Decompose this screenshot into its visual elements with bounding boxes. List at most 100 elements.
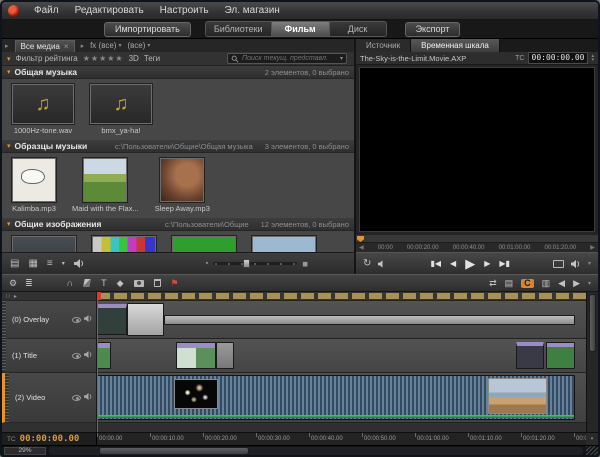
scroll-left-icon[interactable]: ◀ (558, 279, 565, 288)
track-mute-speaker-icon[interactable] (84, 315, 93, 324)
chevron-right-icon[interactable]: ▸ (14, 293, 17, 300)
main-tab-2[interactable]: Диск (329, 21, 387, 37)
title-text-icon[interactable]: T (101, 279, 107, 288)
chevron-right-icon[interactable]: ▸ (81, 42, 85, 50)
timeline-clip-light[interactable] (127, 303, 164, 336)
media-item[interactable] (252, 236, 316, 252)
preview-tab-0[interactable]: Источник (356, 39, 411, 52)
play-button[interactable]: ▶ (465, 257, 475, 270)
timeline-horizontal-scrollbar[interactable] (49, 447, 583, 455)
chevron-down-icon[interactable]: ▾ (7, 55, 11, 63)
preview-timecode-field[interactable]: 00:00:00.00 (528, 52, 589, 64)
preview-audio-icon[interactable] (74, 259, 85, 268)
scrubber-handle[interactable] (357, 236, 364, 242)
zoom-out-icon[interactable]: ▪ (206, 260, 208, 267)
export-button[interactable]: Экспорт (405, 22, 461, 37)
search-input[interactable] (242, 55, 337, 62)
timeline-clip-dark-purple[interactable] (97, 304, 127, 335)
track-drag-handle[interactable] (2, 339, 6, 372)
track-row-0[interactable] (97, 301, 586, 339)
list-view-icon[interactable]: ≡ (47, 259, 53, 269)
grid-view-icon[interactable]: ▦ (28, 259, 37, 269)
trash-icon[interactable] (154, 279, 161, 287)
zoom-slider-track[interactable] (213, 262, 297, 265)
red-marker-flag-icon[interactable]: ⚑ (171, 279, 179, 288)
track-header-2[interactable]: (2) Video (2, 373, 96, 423)
timeline-ruler[interactable]: 00:00.0000:00:10.0000:00:20.0000:00:30.0… (97, 433, 586, 445)
timeline-clip-title-left[interactable] (97, 342, 111, 369)
jump-to-end-button[interactable]: ▶▮ (499, 260, 510, 268)
navigator-toggle-icon[interactable]: ⇄ (489, 279, 497, 288)
preview-tab-1[interactable]: Временная шкала (411, 39, 500, 52)
media-item[interactable] (172, 236, 236, 252)
track-drag-handle[interactable] (2, 301, 6, 338)
close-icon[interactable]: × (64, 42, 69, 51)
menu-item[interactable]: Эл. магазин (217, 5, 288, 16)
rating-stars[interactable]: ★★★★★ (83, 54, 124, 63)
horizontal-scrollbar-thumb[interactable] (99, 447, 249, 455)
track-visibility-eye-icon[interactable] (72, 395, 81, 401)
timeline-clip-thumb-fireworks[interactable] (174, 379, 218, 409)
timeline-vertical-scrollbar[interactable] (586, 292, 598, 432)
search-box[interactable]: ▾ (227, 53, 347, 64)
audio-scrub-icon[interactable] (378, 260, 387, 268)
jump-to-start-button[interactable]: ▮◀ (430, 260, 441, 268)
media-item[interactable]: Kalimba.mp3 (12, 158, 56, 213)
timeline-clip-gray-small[interactable] (216, 342, 234, 369)
media-collection-tab[interactable]: Все медиа × (15, 40, 75, 52)
timeline-clip-title-main[interactable] (176, 342, 216, 369)
tags-button[interactable]: Теги (144, 54, 160, 63)
chevron-down-icon[interactable]: ▾ (340, 55, 343, 62)
media-item[interactable] (12, 236, 76, 252)
timeline-clip-purple[interactable] (516, 342, 544, 369)
fullscreen-icon[interactable] (553, 260, 564, 268)
media-item[interactable] (92, 236, 156, 252)
scenes-view-icon[interactable]: ▤ (10, 259, 19, 269)
type-filter-dropdown[interactable]: (все) ▾ (127, 41, 150, 50)
chevron-down-icon[interactable]: ▾ (588, 280, 591, 287)
section-header[interactable]: ▾Общая музыка2 элементов, 0 выбрано (2, 66, 354, 79)
menu-item[interactable]: Редактировать (67, 5, 152, 16)
timeline-clip-green[interactable] (546, 342, 575, 369)
razor-split-icon[interactable] (83, 279, 91, 287)
media-item[interactable]: ♫1000Hz-tone.wav (12, 84, 74, 135)
timeline-clip-bar[interactable] (164, 315, 575, 325)
audio-mixer-icon[interactable]: ≣ (25, 279, 33, 288)
chevron-down-icon[interactable]: ▾ (62, 261, 65, 267)
storyboard-view-icon[interactable]: ▤ (505, 279, 514, 288)
section-header[interactable]: ▾Образцы музыкиc:\Пользователи\Общие\Общ… (2, 140, 354, 153)
media-item[interactable]: Sleep Away.mp3 (155, 158, 210, 213)
main-tab-0[interactable]: Библиотеки (205, 21, 271, 37)
menu-item[interactable]: Файл (26, 5, 67, 16)
frame-forward-button[interactable]: ▶ (484, 260, 490, 268)
thumbnail-zoom-slider[interactable]: ▪ ◼ (206, 260, 308, 268)
3d-filter-button[interactable]: 3D (129, 54, 139, 63)
playhead[interactable] (97, 292, 98, 432)
section-header[interactable]: ▾Общие изображенияc:\Пользователи\Общие1… (2, 218, 354, 231)
preview-scrubber[interactable] (356, 234, 598, 242)
track-row-1[interactable] (97, 339, 586, 373)
track-mute-speaker-icon[interactable] (84, 393, 93, 402)
snapshot-camera-icon[interactable] (134, 280, 144, 287)
main-tab-1[interactable]: Фильм (271, 21, 329, 37)
vertical-scrollbar-thumb[interactable] (589, 294, 596, 352)
menu-item[interactable]: Настроить (152, 5, 217, 16)
media-item[interactable]: Maid with the Flax... (72, 158, 139, 213)
zoom-in-icon[interactable]: ◼ (302, 260, 308, 268)
resize-grip[interactable] (586, 446, 598, 456)
ruler-left-arrow-icon[interactable]: ◀ (359, 244, 364, 251)
marker-icon[interactable]: ◆ (117, 279, 124, 288)
video-preview-area[interactable] (359, 67, 595, 232)
track-row-2[interactable] (97, 373, 586, 423)
track-header-0[interactable]: (0) Overlay (2, 301, 96, 339)
chevron-right-icon[interactable]: ▸ (5, 42, 9, 50)
audio-keyframe-icon[interactable]: ▥ (542, 279, 551, 288)
timeline-navigator-strip[interactable] (97, 292, 586, 301)
track-drag-handle[interactable] (5, 373, 9, 422)
zoom-slider-handle[interactable] (243, 259, 250, 268)
frame-back-button[interactable]: ◀ (450, 260, 456, 268)
chevron-down-icon[interactable]: ▾ (588, 260, 591, 267)
magnet-snap-icon[interactable]: ∩ (67, 279, 73, 288)
track-mute-speaker-icon[interactable] (84, 351, 93, 360)
import-button[interactable]: Импортировать (104, 22, 191, 37)
